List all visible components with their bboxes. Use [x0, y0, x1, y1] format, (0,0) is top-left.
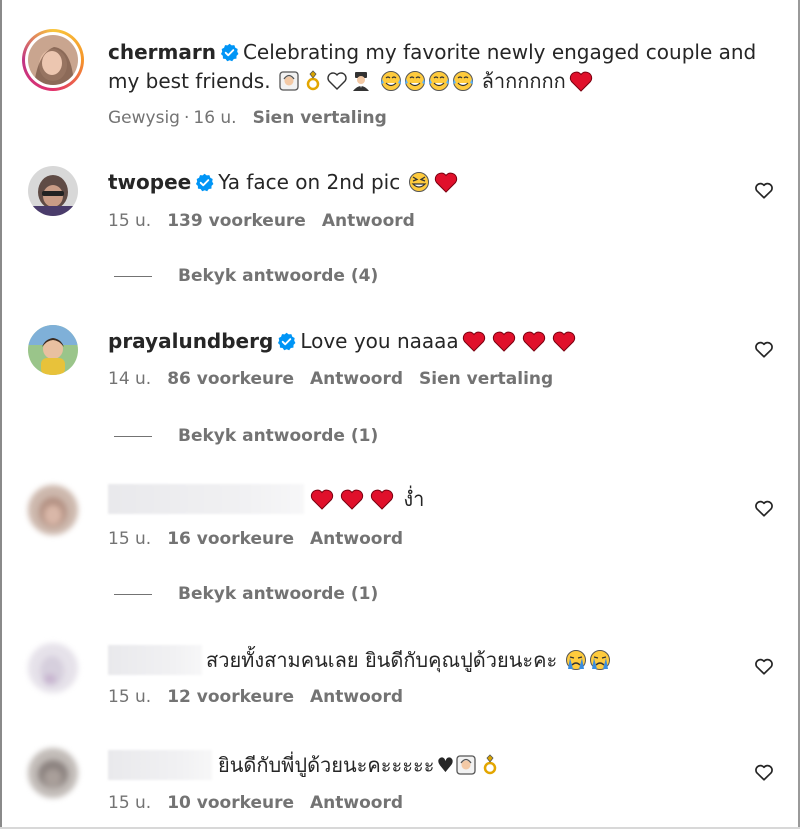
caption-time: 16 u.	[193, 108, 237, 128]
caption-line-1: chermarn Celebrating my favorite newly en…	[108, 38, 756, 66]
avatar[interactable]	[28, 643, 78, 693]
blurred-username	[108, 484, 304, 514]
reply-button[interactable]: Antwoord	[310, 529, 403, 549]
view-replies-button[interactable]: Bekyk antwoorde (1)	[114, 583, 378, 605]
caption-meta: Gewysig · 16 u. Sien vertaling	[108, 108, 387, 128]
comment-meta: 15 u. 10 voorkeure Antwoord	[108, 792, 419, 814]
comment-username[interactable]: twopee	[108, 170, 191, 194]
bride-emoji-icon	[455, 754, 477, 776]
heart-outline-icon[interactable]	[754, 499, 774, 517]
comment-line: ยินดีกับพี่ปูด้วยนะคะะะะะ ♥	[108, 750, 502, 780]
avatar	[28, 35, 78, 85]
view-replies-button[interactable]: Bekyk antwoorde (4)	[114, 265, 378, 287]
avatar[interactable]	[28, 166, 78, 216]
edited-label: Gewysig	[108, 108, 180, 128]
likes-count-button[interactable]: 139 voorkeure	[167, 211, 306, 231]
window-frame-left	[0, 0, 2, 829]
red-heart-emoji-icon	[569, 70, 593, 92]
likes-count-button[interactable]: 86 voorkeure	[167, 369, 294, 389]
verified-badge-icon	[277, 332, 296, 351]
caption-line-2: my best friends. ล้ากกกกก	[108, 67, 596, 95]
comment-line: สวยทั้งสามคนเลย ยินดีกับคุณปูด้วยนะคะ	[108, 645, 612, 675]
comment-time: 14 u.	[108, 369, 152, 389]
heart-outline-icon[interactable]	[754, 181, 774, 199]
comment-text: สวยทั้งสามคนเลย ยินดีกับคุณปูด้วยนะคะ	[206, 648, 558, 672]
comment-time: 15 u.	[108, 687, 152, 707]
caption-text: Celebrating my favorite newly engaged co…	[242, 40, 757, 64]
face-with-tears-emoji-icon	[428, 70, 450, 92]
reply-button[interactable]: Antwoord	[310, 793, 403, 813]
comment-time: 15 u.	[108, 793, 152, 813]
comment-time: 15 u.	[108, 211, 152, 231]
caption-username[interactable]: chermarn	[108, 40, 216, 64]
reply-button[interactable]: Antwoord	[310, 369, 403, 389]
likes-count-button[interactable]: 12 voorkeure	[167, 687, 294, 707]
comment-text: Love you naaaa	[300, 329, 459, 353]
comment-meta: 15 u. 12 voorkeure Antwoord	[108, 686, 419, 708]
comment-time: 15 u.	[108, 529, 152, 549]
laughing-squint-emoji-icon	[408, 171, 430, 193]
see-translation-button[interactable]: Sien vertaling	[253, 108, 387, 128]
comment-meta: 14 u. 86 voorkeure Antwoord Sien vertaling	[108, 368, 569, 390]
red-heart-emoji-icon	[492, 330, 516, 352]
red-heart-emoji-icon	[370, 488, 394, 510]
red-heart-emoji-icon	[340, 488, 364, 510]
reply-button[interactable]: Antwoord	[322, 211, 415, 231]
heart-outline-icon[interactable]	[754, 340, 774, 358]
comment-text: ง่ำ	[403, 487, 425, 511]
ring-emoji-icon	[479, 754, 501, 776]
face-with-tears-emoji-icon	[404, 70, 426, 92]
white-heart-emoji-icon	[326, 70, 348, 92]
avatar[interactable]	[28, 325, 78, 375]
red-heart-emoji-icon	[522, 330, 546, 352]
view-replies-label: Bekyk antwoorde (1)	[178, 426, 379, 446]
avatar[interactable]	[28, 748, 78, 798]
red-heart-emoji-icon	[434, 171, 458, 193]
red-heart-emoji-icon	[310, 488, 334, 510]
blurred-username	[108, 750, 212, 780]
face-with-tears-emoji-icon	[452, 70, 474, 92]
blurred-username	[108, 645, 202, 675]
caption-thai-text: ล้ากกกกก	[481, 69, 566, 93]
view-replies-label: Bekyk antwoorde (1)	[178, 584, 379, 604]
likes-count-button[interactable]: 10 voorkeure	[167, 793, 294, 813]
comment-line: prayalundberg Love you naaaa	[108, 327, 579, 355]
heart-outline-icon[interactable]	[754, 657, 774, 675]
ring-emoji-icon	[302, 70, 324, 92]
likes-count-button[interactable]: 16 voorkeure	[167, 529, 294, 549]
crying-face-emoji-icon	[589, 649, 611, 671]
black-heart-emoji-icon: ♥	[436, 753, 455, 777]
view-replies-button[interactable]: Bekyk antwoorde (1)	[114, 425, 378, 447]
verified-badge-icon	[195, 173, 214, 192]
face-with-tears-emoji-icon	[380, 70, 402, 92]
avatar[interactable]	[28, 485, 78, 535]
see-translation-button[interactable]: Sien vertaling	[419, 369, 553, 389]
view-replies-label: Bekyk antwoorde (4)	[178, 266, 379, 286]
comment-text: ยินดีกับพี่ปูด้วยนะคะะะะะ	[218, 753, 435, 777]
comment-text: Ya face on 2nd pic	[218, 170, 401, 194]
crying-face-emoji-icon	[565, 649, 587, 671]
red-heart-emoji-icon	[552, 330, 576, 352]
bride-emoji-icon	[278, 70, 300, 92]
caption-text-2: my best friends.	[108, 69, 271, 93]
groom-emoji-icon	[350, 70, 372, 92]
red-heart-emoji-icon	[462, 330, 486, 352]
comment-meta: 15 u. 16 voorkeure Antwoord	[108, 528, 419, 550]
reply-button[interactable]: Antwoord	[310, 687, 403, 707]
comment-username[interactable]: prayalundberg	[108, 329, 273, 353]
heart-outline-icon[interactable]	[754, 763, 774, 781]
comment-meta: 15 u. 139 voorkeure Antwoord	[108, 210, 431, 232]
verified-badge-icon	[220, 43, 239, 62]
comment-line: twopee Ya face on 2nd pic	[108, 168, 461, 196]
comment-line: ง่ำ	[108, 484, 424, 514]
caption-avatar-story-ring[interactable]	[22, 29, 84, 91]
